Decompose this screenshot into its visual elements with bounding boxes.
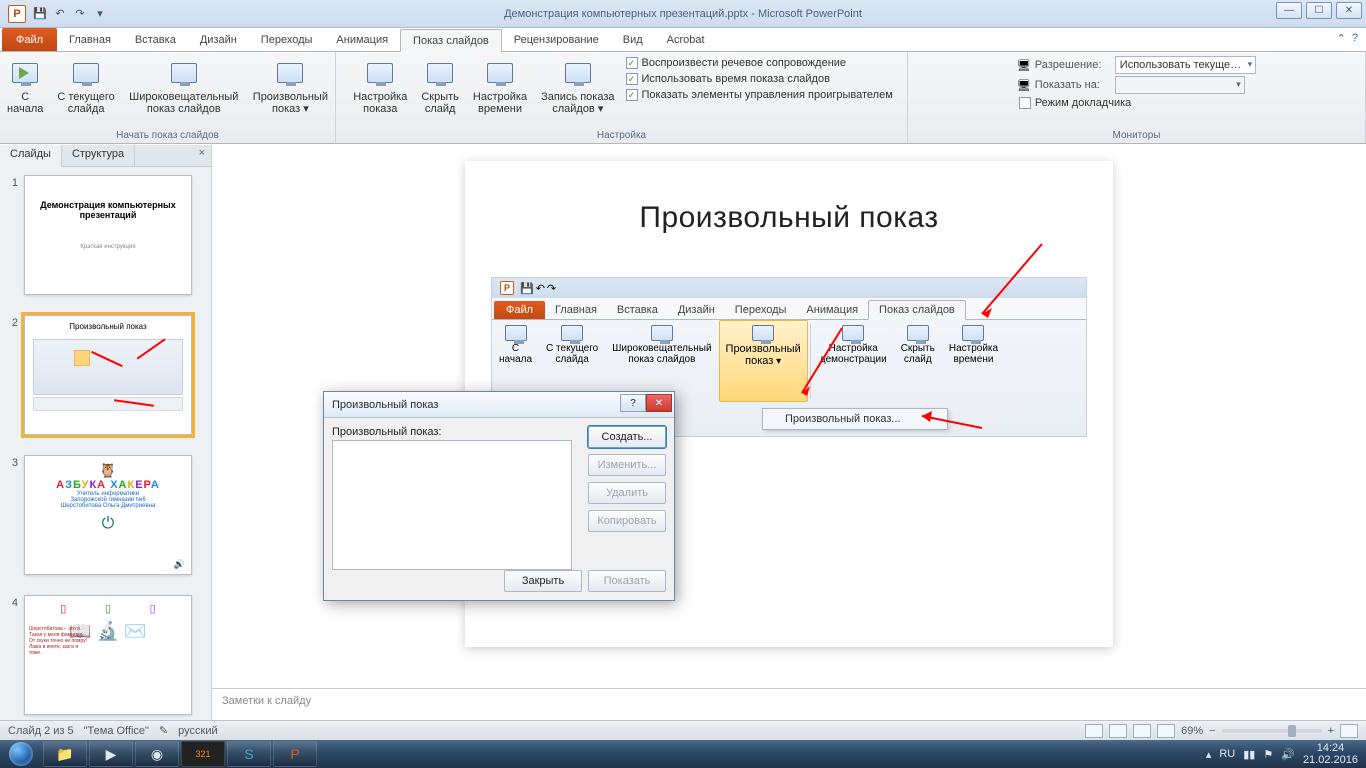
normal-view-button[interactable] bbox=[1085, 724, 1103, 738]
language-indicator[interactable]: русский bbox=[178, 725, 217, 737]
tray-lang[interactable]: RU bbox=[1219, 748, 1235, 760]
group-label-monitors: Мониторы bbox=[908, 129, 1365, 142]
minimize-button[interactable]: — bbox=[1276, 2, 1302, 19]
custom-show-button[interactable]: Произвольный показ ▾ bbox=[248, 54, 333, 118]
slide-thumb-1[interactable]: 1 Демонстрация компьютерных презентацийК… bbox=[6, 175, 205, 295]
powerpoint-icon: P bbox=[8, 5, 26, 23]
qat-customize-icon[interactable]: ▾ bbox=[90, 4, 110, 24]
group-label-start: Начать показ слайдов bbox=[0, 129, 335, 142]
create-button[interactable]: Создать... bbox=[588, 426, 666, 448]
slide-thumb-2[interactable]: 2 Произвольный показ bbox=[6, 315, 205, 435]
show-controls-checkbox[interactable]: ✓Показать элементы управления проигрыват… bbox=[624, 88, 895, 102]
undo-icon[interactable]: ↶ bbox=[50, 4, 70, 24]
broadcast-button[interactable]: Широковещательный показ слайдов bbox=[124, 54, 244, 118]
edit-button: Изменить... bbox=[588, 454, 666, 476]
zoom-level[interactable]: 69% bbox=[1181, 725, 1203, 737]
outline-tab[interactable]: Структура bbox=[62, 145, 135, 166]
tab-transitions[interactable]: Переходы bbox=[249, 28, 325, 51]
window-titlebar: P 💾 ↶ ↷ ▾ Демонстрация компьютерных през… bbox=[0, 0, 1366, 28]
status-bar: Слайд 2 из 5 "Тема Office" ✎ русский 69%… bbox=[0, 720, 1366, 740]
windows-taskbar: 📁 ▶ ◉ 321 S P ▴ RU ▮▮ ⚑ 🔊 14:2421.02.201… bbox=[0, 740, 1366, 768]
presenter-view-checkbox[interactable]: Режим докладчика bbox=[1017, 96, 1256, 110]
tab-slideshow[interactable]: Показ слайдов bbox=[400, 29, 502, 52]
monitor-icon: 🖥 bbox=[1017, 59, 1031, 72]
file-tab[interactable]: Файл bbox=[2, 28, 57, 51]
fit-to-window-button[interactable] bbox=[1340, 724, 1358, 738]
resolution-label: Разрешение: bbox=[1035, 59, 1111, 71]
slideshow-view-button[interactable] bbox=[1157, 724, 1175, 738]
maximize-button[interactable]: ☐ bbox=[1306, 2, 1332, 19]
panel-close-icon[interactable]: × bbox=[193, 145, 211, 166]
window-title: Демонстрация компьютерных презентаций.pp… bbox=[504, 8, 862, 20]
slide-thumb-4[interactable]: 4 ▯▯▯ 📖 🔬 ✉️ Шерстобитова – это я. Такая… bbox=[6, 595, 205, 715]
tab-design[interactable]: Дизайн bbox=[188, 28, 249, 51]
use-timings-checkbox[interactable]: ✓Использовать время показа слайдов bbox=[624, 72, 832, 86]
redo-icon[interactable]: ↷ bbox=[70, 4, 90, 24]
tab-home[interactable]: Главная bbox=[57, 28, 123, 51]
sorter-view-button[interactable] bbox=[1109, 724, 1127, 738]
delete-button: Удалить bbox=[588, 482, 666, 504]
slide-panel: Слайды Структура × 1 Демонстрация компью… bbox=[0, 145, 212, 720]
custom-show-dialog: Произвольный показ ? ✕ Произвольный пока… bbox=[323, 391, 675, 601]
workspace: Слайды Структура × 1 Демонстрация компью… bbox=[0, 145, 1366, 720]
dialog-close-button[interactable]: ✕ bbox=[646, 394, 672, 412]
from-beginning-button[interactable]: С начала bbox=[2, 54, 48, 118]
ribbon-minimize-icon[interactable]: ⌃ bbox=[1337, 32, 1346, 45]
resolution-combo[interactable]: Использовать текуще… bbox=[1115, 56, 1256, 74]
tab-view[interactable]: Вид bbox=[611, 28, 655, 51]
tray-flag-icon[interactable]: ⚑ bbox=[1263, 748, 1273, 761]
dialog-help-button[interactable]: ? bbox=[620, 394, 646, 412]
play-narrations-checkbox[interactable]: ✓Воспроизвести речевое сопровождение bbox=[624, 56, 849, 70]
rehearse-button[interactable]: Настройка времени bbox=[468, 54, 532, 118]
save-icon[interactable]: 💾 bbox=[30, 4, 50, 24]
group-label-setup: Настройка bbox=[336, 129, 907, 142]
show-button: Показать bbox=[588, 570, 666, 592]
monitor-icon: 🖥 bbox=[1017, 79, 1031, 92]
record-button[interactable]: Запись показа слайдов ▾ bbox=[536, 54, 619, 118]
ribbon: С начала С текущего слайда Широковещател… bbox=[0, 52, 1366, 144]
custom-shows-listbox[interactable] bbox=[332, 440, 572, 570]
slide-thumb-3[interactable]: 3 🦉 АЗБУКА ХАКЕРА Учитель информатики За… bbox=[6, 455, 205, 575]
tab-acrobat[interactable]: Acrobat bbox=[655, 28, 717, 51]
tray-clock[interactable]: 14:2421.02.2016 bbox=[1303, 742, 1358, 766]
theme-name: "Тема Office" bbox=[84, 725, 149, 737]
tab-insert[interactable]: Вставка bbox=[123, 28, 188, 51]
tab-review[interactable]: Рецензирование bbox=[502, 28, 611, 51]
spellcheck-icon[interactable]: ✎ bbox=[159, 724, 168, 737]
help-icon[interactable]: ? bbox=[1352, 32, 1358, 45]
copy-button: Копировать bbox=[588, 510, 666, 532]
zoom-out-icon[interactable]: − bbox=[1209, 725, 1215, 737]
dialog-title: Произвольный показ ? ✕ bbox=[324, 392, 674, 418]
zoom-slider[interactable] bbox=[1222, 729, 1322, 733]
zoom-in-icon[interactable]: + bbox=[1328, 725, 1334, 737]
setup-show-button[interactable]: Настройка показа bbox=[348, 54, 412, 118]
tab-animations[interactable]: Анимация bbox=[324, 28, 400, 51]
taskbar-chrome[interactable]: ◉ bbox=[135, 741, 179, 767]
start-button[interactable] bbox=[0, 740, 42, 768]
slides-tab[interactable]: Слайды bbox=[0, 145, 62, 167]
taskbar-mediaplayer[interactable]: ▶ bbox=[89, 741, 133, 767]
reading-view-button[interactable] bbox=[1133, 724, 1151, 738]
showon-label: Показать на: bbox=[1035, 79, 1111, 91]
taskbar-skype[interactable]: S bbox=[227, 741, 271, 767]
taskbar-explorer[interactable]: 📁 bbox=[43, 741, 87, 767]
close-button[interactable]: ✕ bbox=[1336, 2, 1362, 19]
hide-slide-button[interactable]: Скрыть слайд bbox=[416, 54, 464, 118]
slide-counter: Слайд 2 из 5 bbox=[8, 725, 74, 737]
close-button[interactable]: Закрыть bbox=[504, 570, 582, 592]
taskbar-mpc[interactable]: 321 bbox=[181, 741, 225, 767]
quick-access-toolbar: P 💾 ↶ ↷ ▾ bbox=[0, 4, 110, 24]
tray-expand-icon[interactable]: ▴ bbox=[1206, 748, 1212, 761]
from-current-button[interactable]: С текущего слайда bbox=[52, 54, 119, 118]
tray-volume-icon[interactable]: 🔊 bbox=[1281, 748, 1295, 761]
notes-pane[interactable]: Заметки к слайду bbox=[212, 688, 1366, 720]
tray-network-icon[interactable]: ▮▮ bbox=[1243, 748, 1255, 761]
taskbar-powerpoint[interactable]: P bbox=[273, 741, 317, 767]
slide-title-text: Произвольный показ bbox=[465, 161, 1113, 235]
ribbon-tabbar: Файл Главная Вставка Дизайн Переходы Ани… bbox=[0, 28, 1366, 52]
showon-combo bbox=[1115, 76, 1245, 94]
